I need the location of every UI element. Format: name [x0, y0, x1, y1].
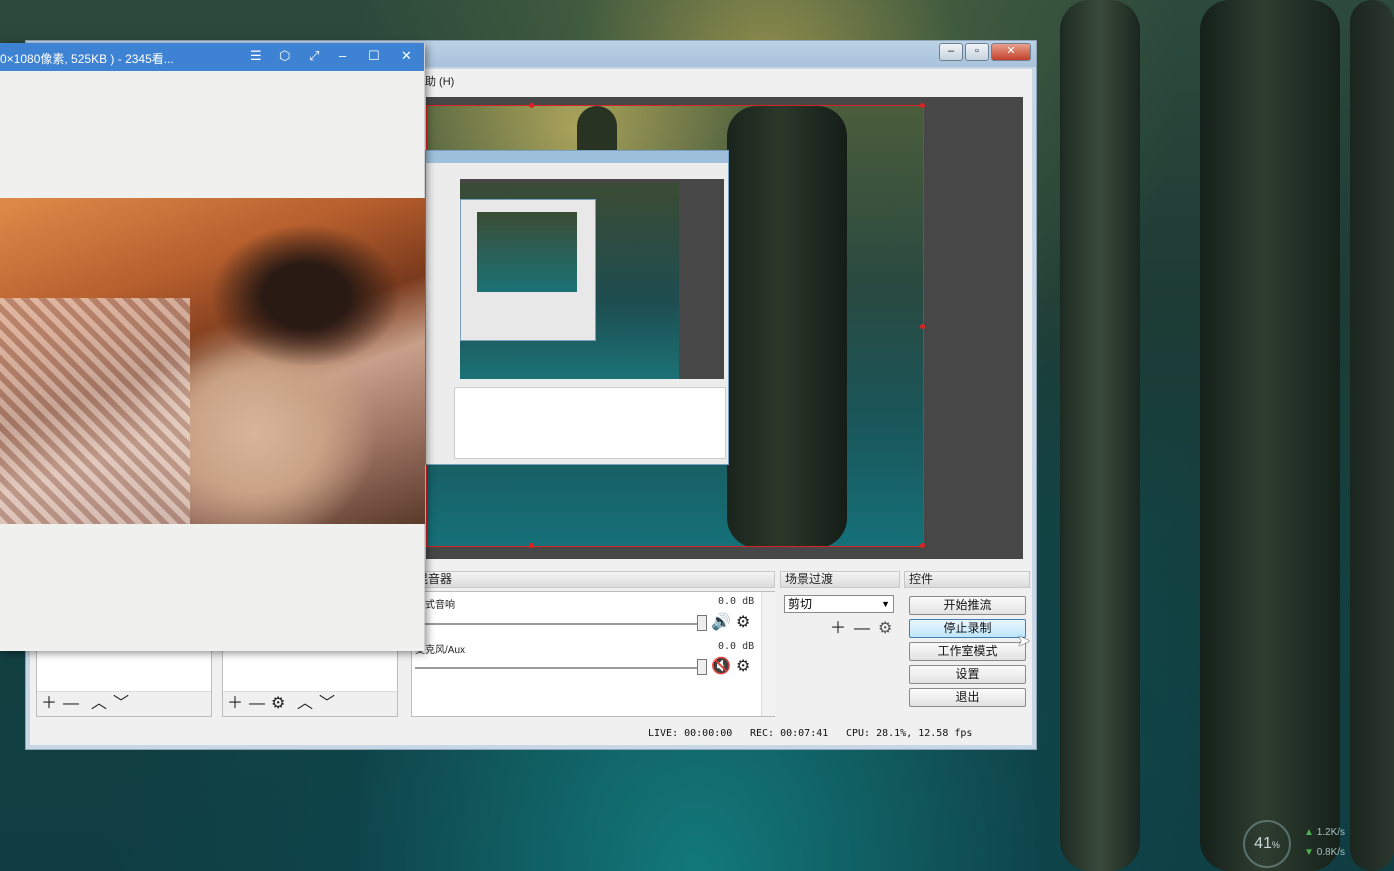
exit-button[interactable]: 退出: [909, 688, 1026, 707]
preview-tree-trunk: [727, 106, 847, 546]
cpu-usage-widget[interactable]: 41%: [1243, 820, 1291, 868]
image-viewer-window: 0×1080像素, 525KB ) - 2345看... ☰ ⬡ ⤢ – ☐ ✕: [0, 43, 425, 651]
cpu-usage-percent: 41: [1254, 835, 1272, 852]
start-stream-button[interactable]: 开始推流: [909, 596, 1026, 615]
minimize-button[interactable]: –: [339, 48, 346, 63]
add-icon[interactable]: ＋: [227, 696, 243, 712]
chevron-down-icon: ▼: [881, 599, 890, 609]
move-up-icon[interactable]: ︿: [297, 696, 313, 712]
mouse-cursor-icon: ➤: [1017, 633, 1031, 650]
move-down-icon[interactable]: ﹀: [319, 696, 335, 712]
scenes-toolbar: ＋ — ︿ ﹀: [37, 691, 211, 716]
viewer-title: 0×1080像素, 525KB ) - 2345看...: [0, 52, 174, 66]
studio-mode-button[interactable]: 工作室模式: [909, 642, 1026, 661]
upload-speed: ▲ 1.2K/s: [1304, 827, 1345, 838]
nested-capture: [460, 199, 596, 341]
skin-icon[interactable]: ⬡: [279, 48, 290, 64]
resize-handle[interactable]: [529, 543, 534, 548]
gear-icon[interactable]: ⚙: [878, 621, 892, 637]
resize-handle[interactable]: [920, 543, 925, 548]
add-icon[interactable]: ＋: [41, 696, 57, 712]
remove-icon[interactable]: —: [249, 696, 265, 712]
speaker-icon[interactable]: 🔊: [711, 615, 731, 631]
upload-arrow-icon: ▲: [1304, 827, 1314, 838]
background-tree-trunk: [1350, 0, 1394, 871]
transition-selected: 剪切: [788, 597, 813, 611]
resize-handle[interactable]: [920, 103, 925, 108]
menu-icon[interactable]: ☰: [250, 48, 262, 64]
transition-title: 场景过渡: [785, 572, 834, 586]
viewer-titlebar: 0×1080像素, 525KB ) - 2345看... ☰ ⬡ ⤢ – ☐ ✕: [0, 43, 424, 71]
gear-icon[interactable]: ⚙: [736, 659, 750, 675]
move-up-icon[interactable]: ︿: [91, 696, 107, 712]
controls-title: 控件: [909, 572, 934, 586]
volume-knob[interactable]: [697, 659, 707, 675]
volume-knob[interactable]: [697, 615, 707, 631]
live-status: LIVE: 00:00:00: [648, 728, 733, 739]
displayed-image[interactable]: [0, 198, 425, 524]
remove-icon[interactable]: —: [63, 696, 79, 712]
sources-toolbar: ＋ — ⚙ ︿ ﹀: [223, 691, 397, 716]
stop-record-button[interactable]: 停止录制: [909, 619, 1026, 638]
add-icon[interactable]: ＋: [830, 621, 846, 637]
mixer-panel: 台式音响 0.0 dB 🔊 ⚙ 麦克风/Aux 0.0 dB 🔇 ⚙: [411, 591, 775, 717]
fullscreen-icon[interactable]: ⤢: [309, 48, 319, 64]
volume-slider[interactable]: [415, 667, 701, 669]
mixer-header: 混音器: [411, 571, 775, 588]
cpu-usage-unit: %: [1271, 840, 1280, 850]
download-speed-value: 0.8K/s: [1316, 847, 1346, 858]
background-tree-trunk: [1060, 0, 1140, 871]
speaker-muted-icon[interactable]: 🔇: [711, 659, 731, 675]
status-bar: LIVE: 00:00:00 REC: 00:07:41 CPU: 28.1%,…: [30, 723, 1032, 745]
volume-slider[interactable]: [415, 623, 701, 625]
resize-handle[interactable]: [529, 103, 534, 108]
nested-obs-capture: [425, 150, 729, 465]
transition-select[interactable]: 剪切 ▼: [784, 595, 894, 613]
gear-icon[interactable]: ⚙: [736, 615, 750, 631]
minimize-button[interactable]: –: [939, 43, 963, 61]
move-down-icon[interactable]: ﹀: [113, 696, 129, 712]
download-speed: ▼ 0.8K/s: [1304, 847, 1345, 858]
cpu-status: CPU: 28.1%, 12.58 fps: [846, 728, 973, 739]
download-arrow-icon: ▼: [1304, 847, 1314, 858]
gear-icon[interactable]: ⚙: [271, 696, 285, 712]
transition-header: 场景过渡: [780, 571, 900, 588]
nested-preview: [460, 179, 724, 379]
upload-speed-value: 1.2K/s: [1316, 827, 1346, 838]
settings-button[interactable]: 设置: [909, 665, 1026, 684]
close-button[interactable]: ✕: [991, 43, 1031, 61]
maximize-button[interactable]: ▫: [965, 43, 989, 61]
background-tree-trunk: [1200, 0, 1340, 871]
close-button[interactable]: ✕: [401, 48, 412, 64]
controls-header: 控件: [904, 571, 1030, 588]
track-level: 0.0 dB: [718, 641, 755, 652]
maximize-button[interactable]: ☐: [368, 48, 380, 64]
nested-capture-preview: [477, 212, 577, 292]
nested-titlebar: [426, 151, 728, 163]
menu-help[interactable]: 助 (H): [425, 73, 454, 89]
rec-status: REC: 00:07:41: [750, 728, 829, 739]
track-level: 0.0 dB: [718, 596, 755, 607]
mixer-scrollbar[interactable]: [761, 592, 775, 716]
image-cushion-pattern: [0, 298, 190, 524]
nested-panels: [454, 387, 726, 459]
resize-handle[interactable]: [920, 324, 925, 329]
remove-icon[interactable]: —: [854, 621, 870, 637]
